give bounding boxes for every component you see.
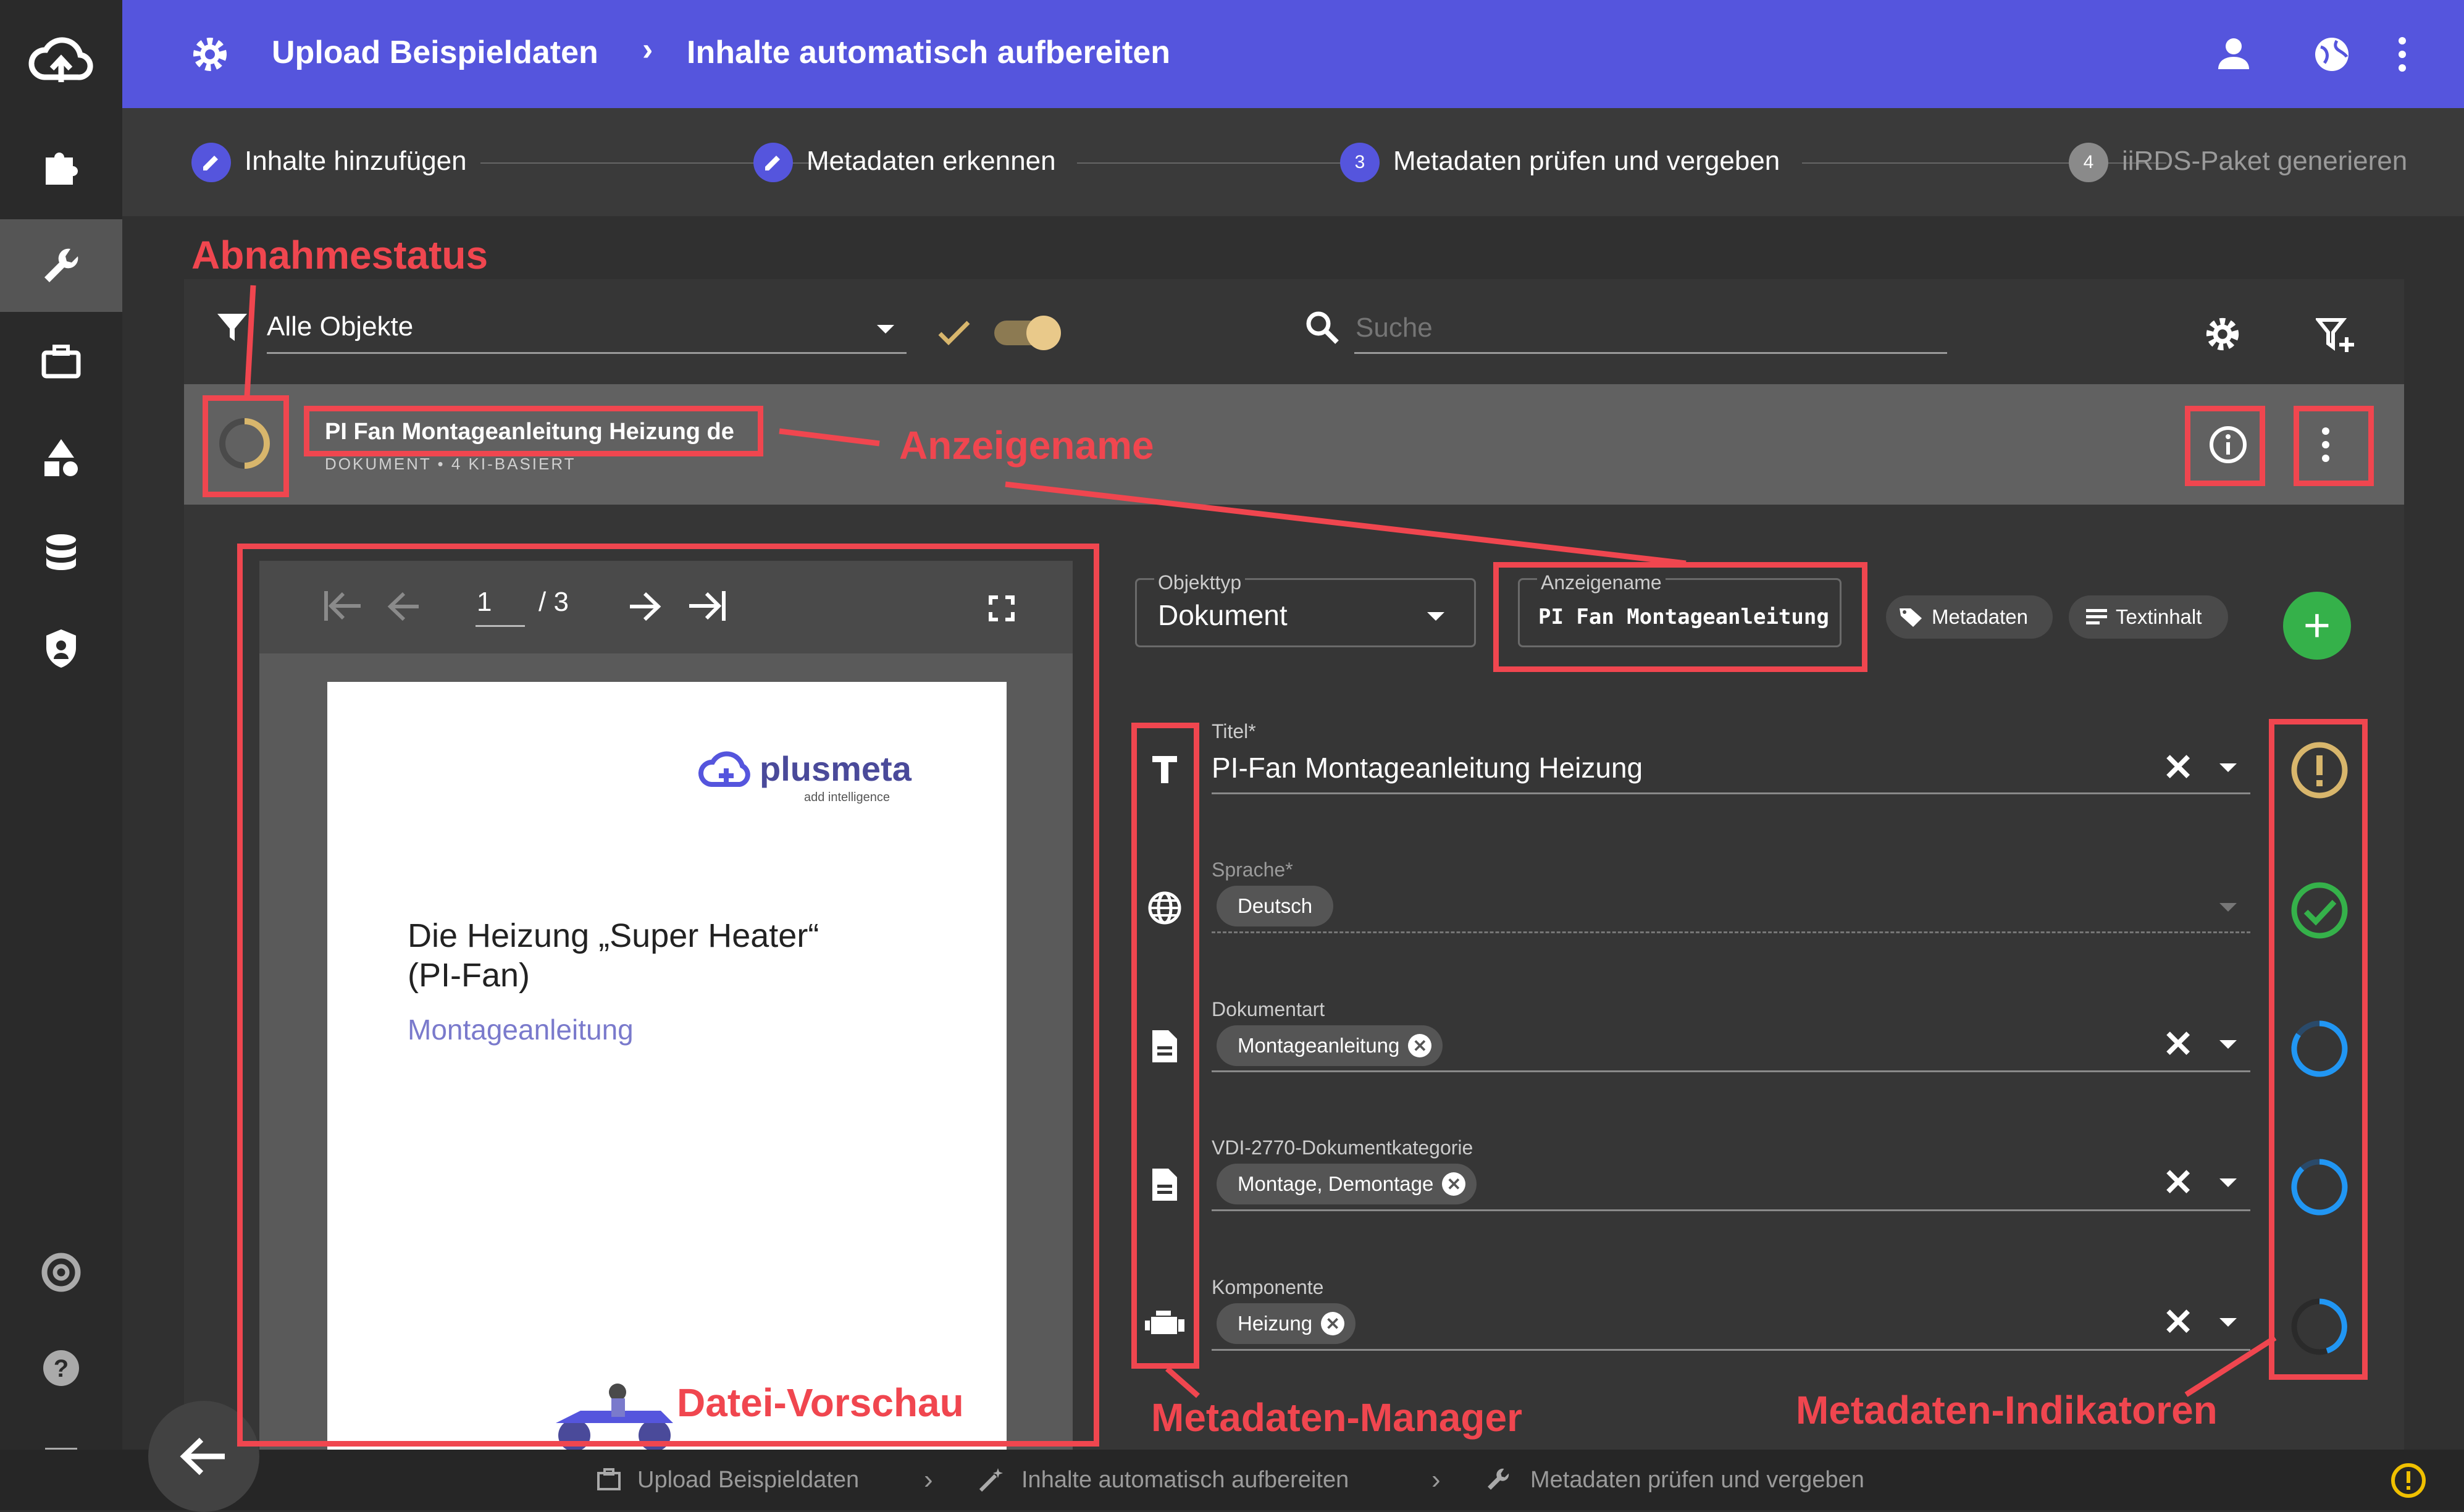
annotation-label: Abnahmestatus — [191, 233, 488, 277]
annotation-label: Datei-Vorschau — [677, 1380, 964, 1425]
annotation-label: Metadaten-Manager — [1151, 1395, 1522, 1440]
annotation-label: Metadaten-Indikatoren — [1796, 1388, 2218, 1432]
annotation-label: Anzeigename — [899, 423, 1154, 468]
annotation-connector-lines — [244, 285, 2277, 1398]
